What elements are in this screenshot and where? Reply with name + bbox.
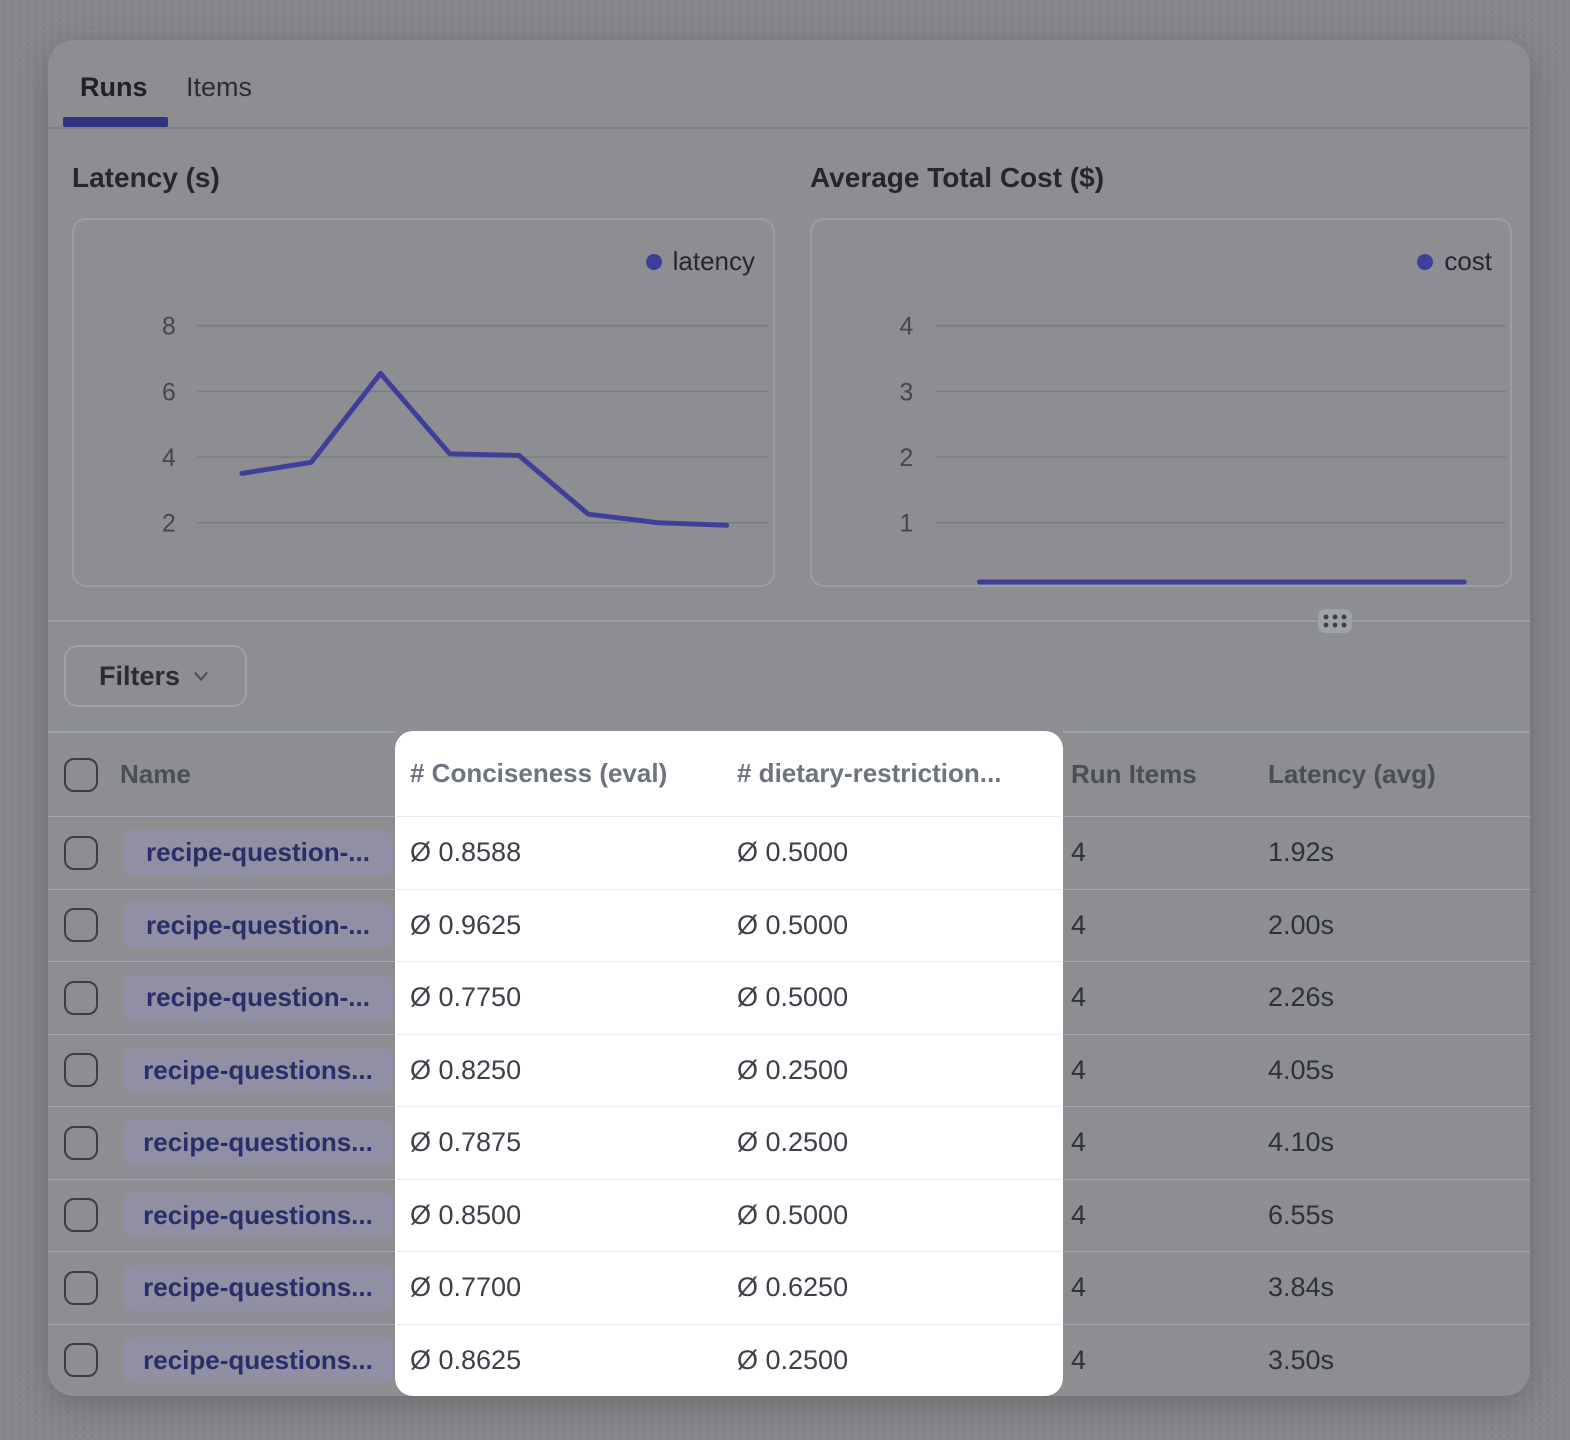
dietary-restriction-value: Ø 0.5000 (737, 982, 848, 1013)
run-name-badge[interactable]: recipe-questions... (123, 1192, 393, 1238)
table-row: recipe-question-... Ø 0.8588 Ø 0.5000 4 … (48, 816, 1530, 889)
cost-legend-dot-icon (1417, 254, 1433, 270)
run-items-value: 4 (1071, 910, 1086, 941)
row-checkbox[interactable] (64, 1343, 98, 1377)
section-divider (48, 620, 1530, 622)
latency-avg-value: 1.92s (1268, 837, 1334, 868)
cost-legend-label: cost (1444, 246, 1492, 277)
column-header-name: Name (120, 759, 191, 790)
row-checkbox[interactable] (64, 1053, 98, 1087)
latency-avg-value: 4.05s (1268, 1055, 1334, 1086)
column-header-latency-avg: Latency (avg) (1268, 759, 1436, 790)
dietary-restriction-value: Ø 0.6250 (737, 1272, 848, 1303)
active-tab-underline (63, 117, 168, 127)
run-items-value: 4 (1071, 1055, 1086, 1086)
latency-avg-value: 3.50s (1268, 1345, 1334, 1376)
table-row: recipe-questions... Ø 0.7875 Ø 0.2500 4 … (48, 1106, 1530, 1179)
dietary-restriction-value: Ø 0.5000 (737, 837, 848, 868)
run-items-value: 4 (1071, 1200, 1086, 1231)
table-row: recipe-questions... Ø 0.7700 Ø 0.6250 4 … (48, 1251, 1530, 1324)
latency-chart: 8 6 4 2 latency (72, 218, 775, 587)
run-name-badge[interactable]: recipe-questions... (123, 1047, 393, 1093)
row-checkbox[interactable] (64, 1198, 98, 1232)
svg-text:4: 4 (899, 314, 913, 341)
svg-text:1: 1 (899, 511, 913, 538)
tab-runs[interactable]: Runs (80, 72, 148, 103)
svg-text:3: 3 (899, 379, 913, 406)
grip-dots-icon (1321, 612, 1349, 630)
latency-avg-value: 3.84s (1268, 1272, 1334, 1303)
chevron-down-icon (190, 665, 212, 687)
latency-avg-value: 2.00s (1268, 910, 1334, 941)
filters-button[interactable]: Filters (64, 645, 247, 707)
table-header-row: Name # Conciseness (eval) # dietary-rest… (48, 731, 1530, 816)
row-checkbox[interactable] (64, 1271, 98, 1305)
latency-avg-value: 6.55s (1268, 1200, 1334, 1231)
table-row: recipe-questions... Ø 0.8500 Ø 0.5000 4 … (48, 1179, 1530, 1252)
filters-button-label: Filters (99, 661, 180, 692)
select-all-checkbox[interactable] (64, 758, 98, 792)
screenshot-canvas: Runs Items Latency (s) Average Total Cos… (0, 0, 1570, 1440)
latency-avg-value: 4.10s (1268, 1127, 1334, 1158)
conciseness-value: Ø 0.8588 (410, 837, 521, 868)
svg-text:2: 2 (162, 511, 176, 538)
run-items-value: 4 (1071, 1345, 1086, 1376)
conciseness-value: Ø 0.9625 (410, 910, 521, 941)
run-name-badge[interactable]: recipe-question-... (123, 902, 393, 948)
cost-chart: 4 3 2 1 cost (810, 218, 1512, 587)
latency-legend-dot-icon (646, 254, 662, 270)
latency-chart-title: Latency (s) (72, 162, 220, 194)
row-checkbox[interactable] (64, 908, 98, 942)
conciseness-value: Ø 0.8250 (410, 1055, 521, 1086)
conciseness-value: Ø 0.7750 (410, 982, 521, 1013)
conciseness-value: Ø 0.8625 (410, 1345, 521, 1376)
svg-text:2: 2 (899, 445, 913, 472)
run-name-badge[interactable]: recipe-question-... (123, 975, 393, 1021)
conciseness-value: Ø 0.8500 (410, 1200, 521, 1231)
row-checkbox[interactable] (64, 981, 98, 1015)
resize-grip-icon[interactable] (1318, 609, 1352, 633)
cost-chart-title: Average Total Cost ($) (810, 162, 1104, 194)
column-header-run-items: Run Items (1071, 759, 1197, 790)
latency-legend: latency (646, 246, 755, 277)
row-checkbox[interactable] (64, 836, 98, 870)
table-row: recipe-questions... Ø 0.8625 Ø 0.2500 4 … (48, 1324, 1530, 1397)
run-items-value: 4 (1071, 837, 1086, 868)
conciseness-value: Ø 0.7700 (410, 1272, 521, 1303)
run-items-value: 4 (1071, 1272, 1086, 1303)
dietary-restriction-value: Ø 0.5000 (737, 910, 848, 941)
dietary-restriction-value: Ø 0.2500 (737, 1345, 848, 1376)
table-row: recipe-question-... Ø 0.9625 Ø 0.5000 4 … (48, 889, 1530, 962)
svg-text:4: 4 (162, 445, 176, 472)
table-row: recipe-questions... Ø 0.8250 Ø 0.2500 4 … (48, 1034, 1530, 1107)
cost-line-chart: 4 3 2 1 (812, 220, 1510, 585)
column-header-dietary-restriction: # dietary-restriction... (737, 758, 1001, 789)
tab-items[interactable]: Items (186, 72, 252, 103)
run-name-badge[interactable]: recipe-questions... (123, 1120, 393, 1166)
svg-text:6: 6 (162, 379, 176, 406)
run-items-value: 4 (1071, 1127, 1086, 1158)
table-row: recipe-question-... Ø 0.7750 Ø 0.5000 4 … (48, 961, 1530, 1034)
cost-legend: cost (1417, 246, 1492, 277)
run-name-badge[interactable]: recipe-questions... (123, 1337, 393, 1383)
latency-avg-value: 2.26s (1268, 982, 1334, 1013)
dietary-restriction-value: Ø 0.5000 (737, 1200, 848, 1231)
svg-text:8: 8 (162, 314, 176, 341)
column-header-conciseness: # Conciseness (eval) (410, 758, 667, 789)
tabs-divider (48, 127, 1530, 129)
dietary-restriction-value: Ø 0.2500 (737, 1127, 848, 1158)
conciseness-value: Ø 0.7875 (410, 1127, 521, 1158)
row-checkbox[interactable] (64, 1126, 98, 1160)
latency-legend-label: latency (673, 246, 755, 277)
run-name-badge[interactable]: recipe-question-... (123, 830, 393, 876)
run-items-value: 4 (1071, 982, 1086, 1013)
dietary-restriction-value: Ø 0.2500 (737, 1055, 848, 1086)
run-name-badge[interactable]: recipe-questions... (123, 1265, 393, 1311)
